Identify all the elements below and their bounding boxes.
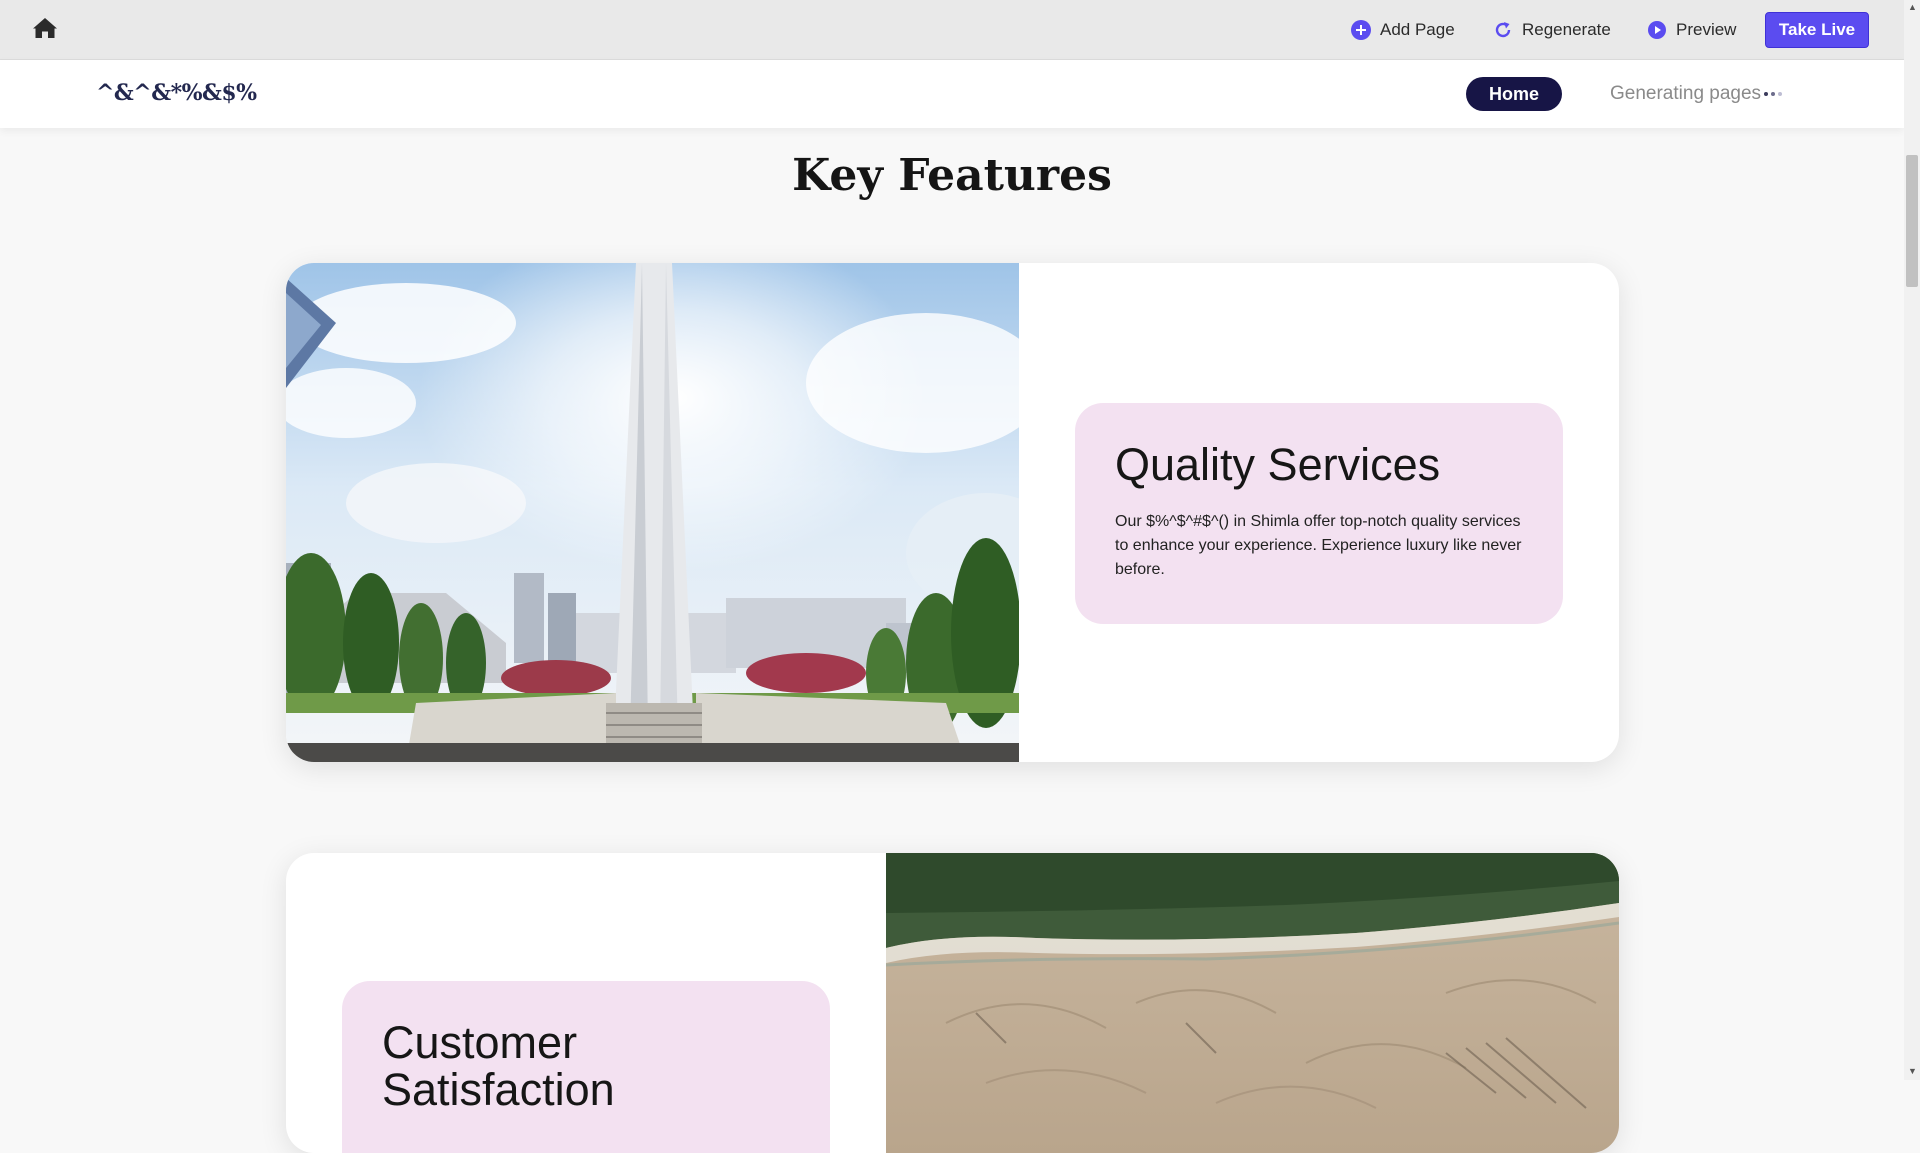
feature-text-box: Quality Services Our $%^$^#$^() in Shiml… xyxy=(1075,403,1563,624)
feature-card: Quality Services Our $%^$^#$^() in Shiml… xyxy=(286,263,1619,762)
section-title: Key Features xyxy=(792,150,1112,201)
take-live-button[interactable]: Take Live xyxy=(1765,12,1869,48)
page-scrollbar[interactable]: ▲ ▼ xyxy=(1904,0,1920,1080)
site-logo[interactable]: ^&^&*%&$% xyxy=(96,80,257,106)
site-navbar: ^&^&*%&$% Home Generating pages xyxy=(0,60,1904,128)
feature-title: Customer Satisfaction xyxy=(382,1017,615,1116)
add-page-label: Add Page xyxy=(1380,20,1455,39)
scrollbar-thumb[interactable] xyxy=(1906,155,1918,287)
feature-text-box: Customer Satisfaction xyxy=(342,981,830,1153)
loading-dots-icon xyxy=(1764,83,1785,105)
generating-pages-status: Generating pages xyxy=(1610,83,1785,105)
scroll-down-icon[interactable]: ▼ xyxy=(1908,1066,1917,1076)
add-page-button[interactable]: Add Page xyxy=(1351,17,1455,43)
editor-toolbar: Add Page Regenerate Preview Take Live xyxy=(0,0,1904,60)
regenerate-button[interactable]: Regenerate xyxy=(1493,17,1611,43)
refresh-icon xyxy=(1495,22,1511,38)
home-icon[interactable] xyxy=(32,16,62,44)
regenerate-label: Regenerate xyxy=(1522,20,1611,39)
feature-description: Our $%^$^#$^() in Shimla offer top-notch… xyxy=(1115,513,1522,579)
aerial-beach-photo xyxy=(886,853,1619,1153)
scroll-up-icon[interactable]: ▲ xyxy=(1908,2,1917,12)
preview-button[interactable]: Preview xyxy=(1647,17,1736,43)
feature-title: Quality Services xyxy=(1115,439,1441,490)
preview-label: Preview xyxy=(1676,20,1737,39)
feature-card: Customer Satisfaction xyxy=(286,853,1619,1153)
memorial-obelisk-photo xyxy=(286,263,1019,762)
generating-pages-label: Generating pages xyxy=(1610,83,1762,104)
plus-circle-icon xyxy=(1351,20,1371,40)
play-circle-icon xyxy=(1648,21,1666,39)
nav-home-button[interactable]: Home xyxy=(1466,77,1562,111)
